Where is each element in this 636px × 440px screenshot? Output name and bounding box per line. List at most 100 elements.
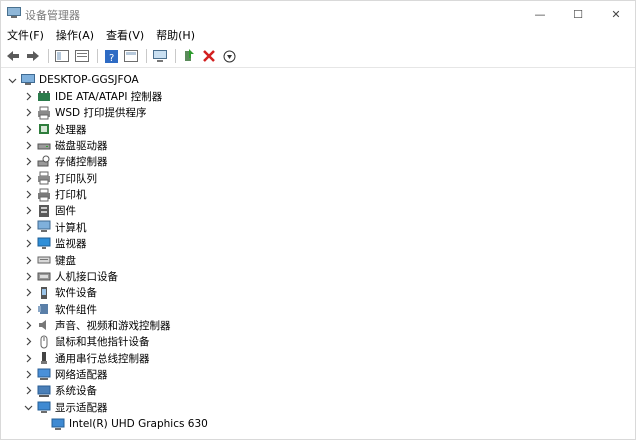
root-label: DESKTOP-GGSJFOA bbox=[39, 74, 139, 86]
sound-icon bbox=[37, 318, 51, 332]
display-adapter-icon bbox=[37, 400, 51, 414]
tree-item-label: 声音、视频和游戏控制器 bbox=[55, 319, 171, 332]
computer-icon bbox=[37, 220, 51, 234]
tree-category[interactable]: 处理器 bbox=[23, 121, 87, 137]
maximize-button[interactable]: ☐ bbox=[559, 1, 597, 27]
close-button[interactable]: ✕ bbox=[597, 1, 635, 27]
tree-category[interactable]: 打印机 bbox=[23, 187, 87, 203]
tree-item-label: 打印队列 bbox=[55, 172, 97, 185]
system-device-icon bbox=[37, 384, 51, 398]
tree-item-label: IDE ATA/ATAPI 控制器 bbox=[55, 91, 163, 103]
tree-item-label: 处理器 bbox=[55, 123, 87, 136]
chevron-right-icon[interactable] bbox=[23, 320, 33, 330]
window-title: 设备管理器 bbox=[25, 9, 80, 22]
tree-item-label: 键盘 bbox=[55, 254, 76, 267]
tree-category[interactable]: 显示适配器 bbox=[23, 399, 108, 415]
tree-device[interactable]: Intel(R) UHD Graphics 630 bbox=[51, 416, 208, 432]
tree-category[interactable]: 监视器 bbox=[23, 236, 87, 252]
chevron-right-icon[interactable] bbox=[23, 222, 33, 232]
tree-category[interactable]: IDE ATA/ATAPI 控制器 bbox=[23, 89, 162, 105]
properties-icon[interactable] bbox=[73, 47, 91, 65]
keyboard-icon bbox=[37, 253, 51, 267]
chevron-right-icon[interactable] bbox=[23, 386, 33, 396]
chevron-right-icon[interactable] bbox=[23, 141, 33, 151]
mouse-icon bbox=[37, 335, 51, 349]
chevron-down-icon[interactable] bbox=[23, 402, 33, 412]
menu-action[interactable]: 操作(A) bbox=[50, 27, 100, 45]
toolbar-separator bbox=[97, 49, 98, 63]
chevron-right-icon[interactable] bbox=[23, 288, 33, 298]
chevron-right-icon[interactable] bbox=[23, 190, 33, 200]
chevron-right-icon[interactable] bbox=[23, 304, 33, 314]
chevron-right-icon[interactable] bbox=[23, 124, 33, 134]
print-queue-icon bbox=[37, 171, 51, 185]
tree-item-label: 网络适配器 bbox=[55, 368, 108, 381]
menu-help[interactable]: 帮助(H) bbox=[150, 27, 201, 45]
tree-device-label: Intel(R) UHD Graphics 630 bbox=[69, 417, 208, 430]
ide-controller-icon bbox=[37, 90, 51, 104]
tree-item-label: WSD 打印提供程序 bbox=[55, 107, 147, 120]
printer-provider-icon bbox=[37, 106, 51, 120]
chevron-right-icon[interactable] bbox=[23, 337, 33, 347]
menu-file[interactable]: 文件(F) bbox=[1, 27, 50, 45]
device-manager-window: 设备管理器 — ☐ ✕ 文件(F) 操作(A) 查看(V) 帮助(H) ? DE… bbox=[0, 0, 636, 440]
chevron-right-icon[interactable] bbox=[23, 239, 33, 249]
show-hide-tree-icon[interactable] bbox=[53, 47, 71, 65]
tree-item-label: 软件设备 bbox=[55, 287, 97, 300]
back-arrow-icon[interactable] bbox=[4, 47, 22, 65]
usb-icon bbox=[37, 351, 51, 365]
tree-category[interactable]: 存储控制器 bbox=[23, 154, 108, 170]
minimize-button[interactable]: — bbox=[521, 1, 559, 27]
tree-root[interactable]: DESKTOP-GGSJFOA bbox=[7, 72, 139, 88]
tree-category[interactable]: 网络适配器 bbox=[23, 366, 108, 382]
tree-category[interactable]: 鼠标和其他指针设备 bbox=[23, 334, 150, 350]
chevron-right-icon[interactable] bbox=[23, 206, 33, 216]
tree-category[interactable]: 通用串行总线控制器 bbox=[23, 350, 150, 366]
chevron-right-icon[interactable] bbox=[23, 173, 33, 183]
toolbar-separator bbox=[48, 49, 49, 63]
network-adapter-icon bbox=[37, 367, 51, 381]
toolbar-separator bbox=[146, 49, 147, 63]
tree-category[interactable]: 声音、视频和游戏控制器 bbox=[23, 317, 171, 333]
tree-category[interactable]: 键盘 bbox=[23, 252, 76, 268]
chevron-down-icon[interactable] bbox=[7, 75, 17, 85]
chevron-right-icon[interactable] bbox=[23, 255, 33, 265]
tree-category[interactable]: 固件 bbox=[23, 203, 76, 219]
tree-category[interactable]: 软件组件 bbox=[23, 301, 97, 317]
scan-hardware-icon[interactable] bbox=[151, 47, 169, 65]
svg-text:?: ? bbox=[109, 53, 114, 63]
monitor-icon bbox=[37, 237, 51, 251]
chevron-right-icon[interactable] bbox=[23, 92, 33, 102]
chevron-right-icon[interactable] bbox=[23, 108, 33, 118]
disable-icon[interactable] bbox=[220, 47, 238, 65]
chevron-right-icon[interactable] bbox=[23, 369, 33, 379]
software-component-icon bbox=[37, 302, 51, 316]
device-tree: DESKTOP-GGSJFOA IDE ATA/ATAPI 控制器 WSD 打印提… bbox=[1, 67, 635, 439]
help-icon[interactable]: ? bbox=[102, 47, 120, 65]
chevron-right-icon[interactable] bbox=[23, 353, 33, 363]
tree-category[interactable]: WSD 打印提供程序 bbox=[23, 105, 146, 121]
tree-category[interactable]: 人机接口设备 bbox=[23, 268, 118, 284]
forward-arrow-icon[interactable] bbox=[24, 47, 42, 65]
tree-item-label: 存储控制器 bbox=[55, 156, 108, 169]
tree-item-label: 计算机 bbox=[55, 221, 87, 234]
storage-controller-icon bbox=[37, 155, 51, 169]
device-manager-app-icon bbox=[7, 7, 21, 19]
tree-category[interactable]: 软件设备 bbox=[23, 285, 97, 301]
menu-view[interactable]: 查看(V) bbox=[100, 27, 150, 45]
display-adapter-icon bbox=[51, 417, 65, 431]
tree-category[interactable]: 计算机 bbox=[23, 219, 87, 235]
chevron-right-icon[interactable] bbox=[23, 157, 33, 167]
view-icon[interactable] bbox=[122, 47, 140, 65]
toolbar-separator bbox=[175, 49, 176, 63]
toolbar: ? bbox=[1, 46, 635, 66]
tree-item-label: 磁盘驱动器 bbox=[55, 140, 108, 153]
chevron-right-icon[interactable] bbox=[23, 271, 33, 281]
tree-category[interactable]: 磁盘驱动器 bbox=[23, 138, 108, 154]
update-driver-icon[interactable] bbox=[180, 47, 198, 65]
uninstall-icon[interactable] bbox=[200, 47, 218, 65]
tree-category[interactable]: 打印队列 bbox=[23, 170, 97, 186]
tree-item-label: 软件组件 bbox=[55, 303, 97, 316]
tree-item-label: 固件 bbox=[55, 205, 76, 218]
tree-category[interactable]: 系统设备 bbox=[23, 383, 97, 399]
